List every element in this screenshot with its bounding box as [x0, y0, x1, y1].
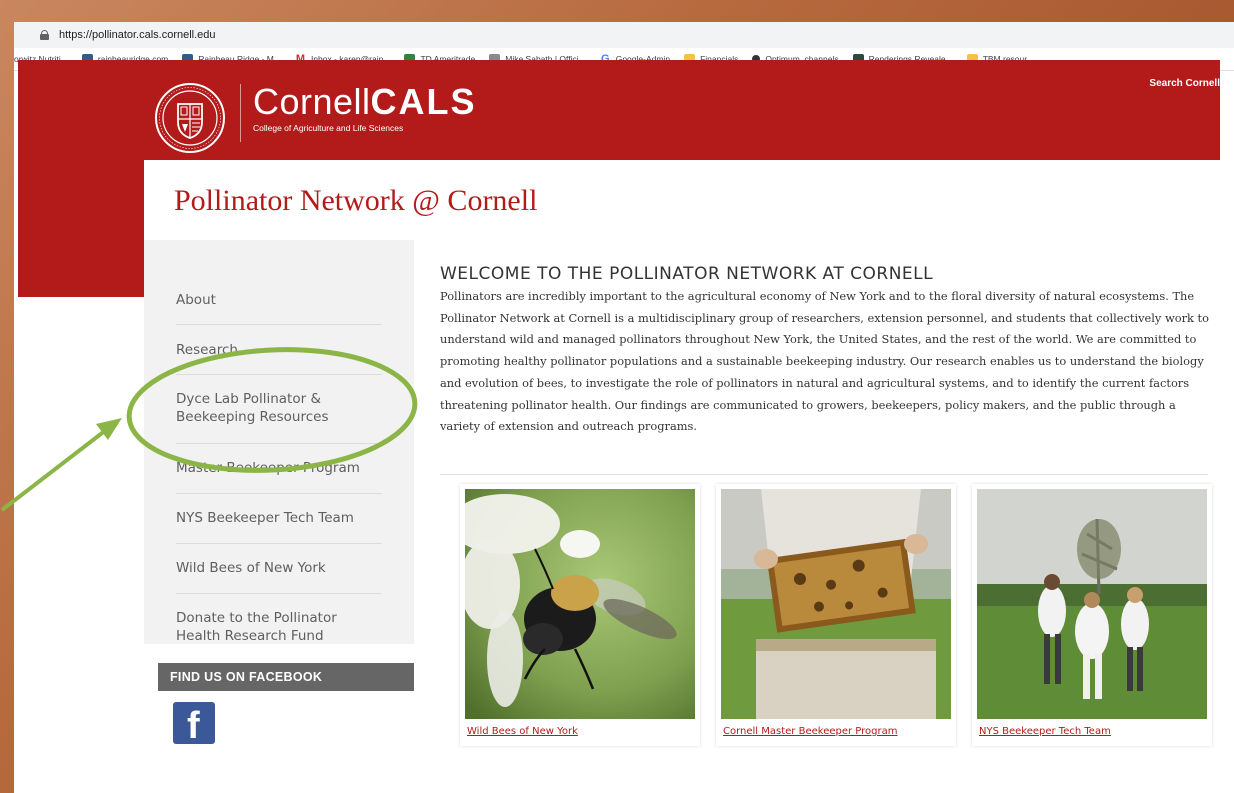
tech-team-field-image[interactable] [977, 489, 1207, 719]
card-caption-master-beekeeper[interactable]: Cornell Master Beekeeper Program [723, 726, 897, 737]
sidebar-item-wild-bees[interactable]: Wild Bees of New York [176, 559, 381, 577]
sidebar-nav: About Research Dyce Lab Pollinator & Bee… [144, 240, 414, 644]
nav-divider [176, 324, 382, 325]
section-divider [440, 474, 1208, 475]
bee-on-flower-image[interactable] [465, 489, 695, 719]
card-tech-team[interactable]: NYS Beekeeper Tech Team [972, 484, 1212, 746]
search-cornell-link[interactable]: Search Cornell [1149, 78, 1220, 89]
site-title[interactable]: Pollinator Network @ Cornell [174, 184, 537, 218]
nav-divider [176, 593, 382, 594]
nav-divider [176, 374, 382, 375]
sidebar-item-dyce-lab[interactable]: Dyce Lab Pollinator & Beekeeping Resourc… [176, 390, 381, 426]
nav-divider [176, 543, 382, 544]
nav-divider [176, 493, 382, 494]
cornell-seal-logo[interactable] [154, 82, 226, 154]
sidebar-item-tech-team[interactable]: NYS Beekeeper Tech Team [176, 509, 381, 527]
sidebar-item-about[interactable]: About [176, 291, 381, 309]
cornell-cals-wordmark[interactable]: CornellCALS College of Agriculture and L… [253, 81, 477, 134]
nav-divider [176, 443, 382, 444]
welcome-heading: WELCOME TO THE POLLINATOR NETWORK AT COR… [440, 264, 934, 284]
facebook-icon[interactable]: f [173, 702, 215, 747]
facebook-heading: FIND US ON FACEBOOK [158, 663, 414, 691]
header-accent [18, 160, 144, 297]
card-caption-tech-team[interactable]: NYS Beekeeper Tech Team [979, 726, 1111, 737]
beekeeper-frame-image[interactable] [721, 489, 951, 719]
brand-subtitle: College of Agriculture and Life Sciences [253, 123, 404, 133]
brand-light-text: Cornell [253, 81, 371, 122]
facebook-glyph: f [187, 705, 200, 747]
lock-icon [40, 30, 49, 40]
sidebar-item-donate[interactable]: Donate to the Pollinator Health Research… [176, 609, 381, 645]
card-master-beekeeper[interactable]: Cornell Master Beekeeper Program [716, 484, 956, 746]
logo-divider [240, 84, 241, 142]
card-caption-wild-bees[interactable]: Wild Bees of New York [467, 726, 578, 737]
address-bar[interactable]: https://pollinator.cals.cornell.edu [14, 22, 1234, 48]
intro-paragraph: Pollinators are incredibly important to … [440, 289, 1209, 434]
url-text[interactable]: https://pollinator.cals.cornell.edu [59, 29, 216, 41]
sidebar-item-research[interactable]: Research [176, 341, 381, 359]
sidebar-item-master-beekeeper[interactable]: Master Beekeeper Program [176, 459, 381, 477]
brand-bold-text: CALS [370, 81, 477, 122]
card-wild-bees[interactable]: Wild Bees of New York [460, 484, 700, 746]
